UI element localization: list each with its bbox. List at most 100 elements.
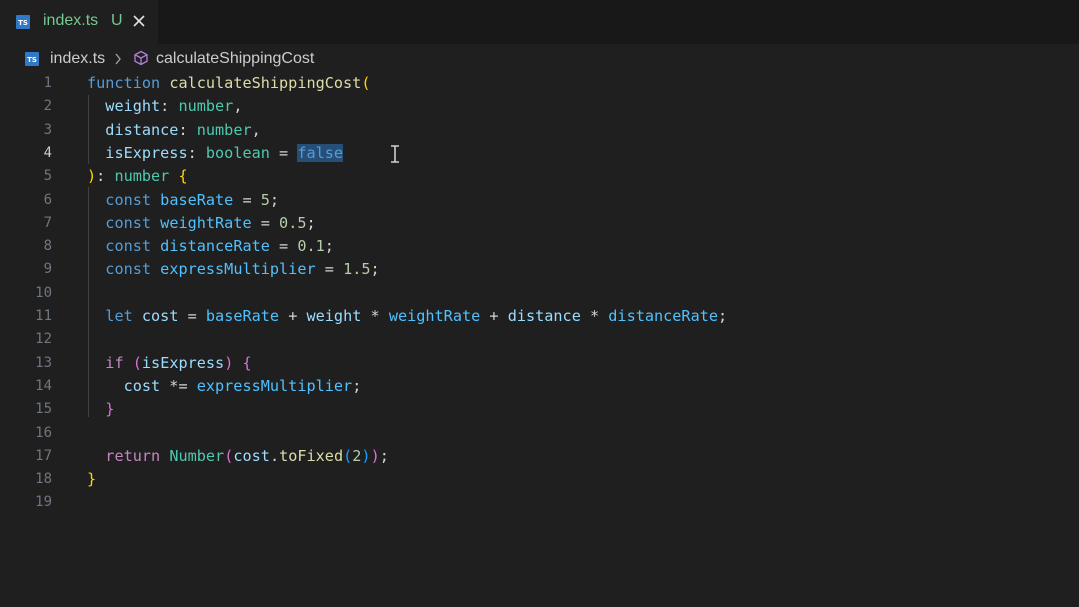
- code-line[interactable]: 15 }: [0, 398, 1079, 421]
- line-number: 5: [43, 168, 52, 185]
- code-token: ): [370, 446, 380, 465]
- code-token: number: [196, 120, 252, 139]
- code-token: (: [132, 353, 142, 372]
- code-text: cost *= expressMultiplier;: [87, 375, 362, 398]
- code-token: ;: [324, 237, 334, 256]
- code-token: isExpress: [141, 353, 225, 372]
- code-text: const baseRate = 5;: [87, 189, 279, 212]
- code-token: distance: [105, 120, 179, 139]
- tab-index-ts[interactable]: TS index.ts U: [0, 0, 158, 44]
- code-line[interactable]: 8 const distanceRate = 0.1;: [0, 235, 1079, 258]
- code-token: expressMultiplier: [196, 376, 353, 395]
- code-token: const: [105, 190, 152, 209]
- code-token: =: [178, 307, 206, 325]
- code-line[interactable]: 7 const weightRate = 0.5;: [0, 212, 1079, 235]
- code-token: ;: [718, 307, 728, 325]
- code-token: 1.5: [343, 260, 371, 279]
- code-line[interactable]: 4 isExpress: boolean = false: [0, 142, 1079, 165]
- code-token: =: [269, 237, 298, 256]
- line-number: 11: [35, 308, 52, 324]
- code-token: =: [315, 260, 344, 279]
- code-text: distance: number,: [87, 119, 260, 142]
- breadcrumb-file[interactable]: index.ts: [50, 50, 105, 68]
- code-line[interactable]: 18}: [0, 468, 1079, 491]
- code-token: ): [224, 353, 234, 372]
- code-line[interactable]: 1 function calculateShippingCost(: [0, 72, 1079, 95]
- typescript-file-icon: TS: [25, 52, 39, 66]
- line-number: 19: [35, 494, 52, 511]
- code-token: 5: [260, 190, 270, 209]
- line-number: 14: [35, 377, 52, 394]
- code-token: 0.5: [279, 213, 307, 232]
- code-line[interactable]: 17 return Number(cost.toFixed(2));: [0, 445, 1079, 468]
- code-token: boolean: [205, 143, 270, 162]
- code-line[interactable]: 19: [0, 491, 1079, 514]
- typescript-file-icon: TS: [16, 15, 30, 29]
- code-token: ;: [269, 190, 280, 209]
- code-text: ): number {: [87, 165, 188, 188]
- breadcrumb-symbol[interactable]: calculateShippingCost: [156, 50, 314, 68]
- code-token: baseRate: [160, 190, 234, 209]
- code-line[interactable]: 14 cost *= expressMultiplier;: [0, 375, 1079, 398]
- line-number: 12: [35, 331, 52, 348]
- code-token: ;: [370, 260, 380, 279]
- line-number: 10: [35, 284, 52, 301]
- code-token: :: [160, 97, 179, 116]
- code-text: }: [87, 468, 96, 491]
- code-token: ): [87, 167, 97, 186]
- close-icon[interactable]: [131, 12, 147, 30]
- line-number: 13: [35, 354, 52, 371]
- line-number: 7: [43, 214, 52, 231]
- code-token: if: [105, 353, 124, 372]
- code-token: distanceRate: [608, 307, 719, 325]
- code-token: number: [114, 167, 170, 186]
- line-number: 6: [43, 191, 52, 208]
- code-line[interactable]: 13 if (isExpress) {: [0, 352, 1079, 375]
- code-line[interactable]: 6 const baseRate = 5;: [0, 189, 1079, 212]
- code-line[interactable]: 11 let cost = baseRate + weight * weight…: [0, 305, 1079, 328]
- code-token: :: [96, 167, 115, 186]
- code-token: Number: [169, 446, 225, 465]
- line-number: 2: [43, 98, 52, 115]
- code-line[interactable]: 3 distance: number,: [0, 119, 1079, 142]
- code-line[interactable]: 10: [0, 282, 1079, 305]
- code-token: weight: [306, 307, 362, 325]
- code-text: weight: number,: [87, 95, 243, 118]
- code-token: const: [105, 237, 152, 256]
- code-token: +: [480, 307, 508, 325]
- code-token: weightRate: [388, 307, 481, 325]
- code-line[interactable]: 12: [0, 328, 1079, 351]
- code-token: :: [178, 120, 197, 139]
- code-token: =: [269, 143, 298, 162]
- line-number: 4: [43, 144, 52, 161]
- code-token: *=: [160, 376, 197, 395]
- code-token: return: [105, 446, 161, 465]
- git-status-badge: U: [111, 12, 123, 29]
- code-line[interactable]: 2 weight: number,: [0, 95, 1079, 118]
- code-token: ;: [306, 213, 316, 232]
- code-text: const expressMultiplier = 1.5;: [87, 258, 380, 281]
- code-editor[interactable]: 1 function calculateShippingCost(2 weight…: [0, 72, 1079, 607]
- code-token: ;: [352, 376, 362, 395]
- code-token: const: [105, 213, 152, 232]
- code-token: isExpress: [105, 143, 188, 162]
- code-token: ): [361, 446, 371, 465]
- text-cursor-icon: [391, 145, 399, 163]
- code-line[interactable]: 9 const expressMultiplier = 1.5;: [0, 258, 1079, 281]
- code-line[interactable]: 16: [0, 422, 1079, 445]
- line-number: 15: [35, 401, 52, 418]
- code-token: expressMultiplier: [160, 260, 316, 279]
- code-line[interactable]: 5 ): number {: [0, 165, 1079, 188]
- code-token: ,: [233, 97, 243, 116]
